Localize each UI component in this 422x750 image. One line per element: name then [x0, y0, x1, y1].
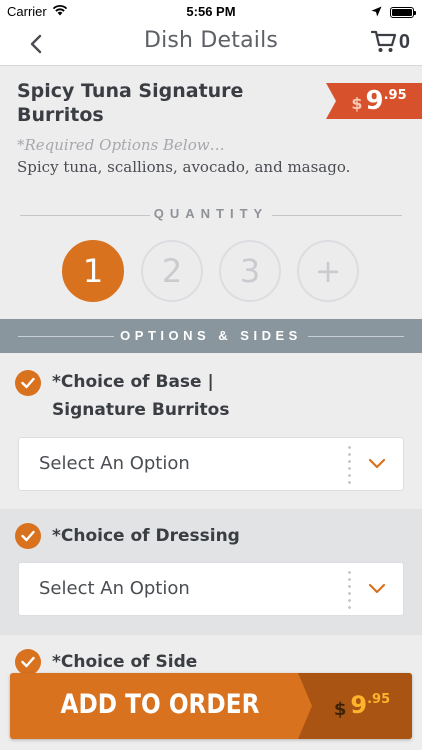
quantity-selector: 1 2 3 + — [0, 240, 422, 302]
order-price-cents: .95 — [367, 692, 391, 707]
divider-line — [308, 336, 404, 337]
page-title: Dish Details — [143, 28, 279, 53]
price-cents: .95 — [383, 88, 407, 103]
select-placeholder: Select An Option — [39, 453, 190, 474]
options-sides-header: OPTIONS & SIDES — [0, 319, 422, 353]
quantity-option-3[interactable]: 3 — [219, 240, 281, 302]
option-title-line: Signature Burritos — [52, 400, 230, 420]
option-title: *Choice of Base | Signature Burritos — [52, 368, 229, 424]
nav-bar: Dish Details 0 — [0, 22, 422, 66]
price-tag: $ 9 .95 — [326, 83, 422, 119]
quantity-header: QUANTITY — [20, 205, 402, 225]
cart-icon — [370, 30, 396, 52]
quantity-label: QUANTITY — [153, 206, 269, 221]
required-options-note: *Required Options Below… — [17, 136, 225, 154]
check-icon — [15, 649, 41, 675]
select-placeholder: Select An Option — [39, 578, 190, 599]
quantity-option-1[interactable]: 1 — [62, 240, 124, 302]
dish-name: Spicy Tuna Signature Burritos — [17, 80, 244, 126]
battery-icon — [390, 7, 416, 18]
option-group-dressing: *Choice of Dressing Select An Option — [0, 509, 422, 635]
option-title: *Choice of Side — [52, 652, 198, 672]
dish-description: Spicy tuna, scallions, avocado, and masa… — [17, 158, 351, 176]
chevron-down-icon — [368, 458, 386, 469]
quantity-more-button[interactable]: + — [297, 240, 359, 302]
location-arrow-icon — [371, 5, 382, 20]
order-price-currency: $ — [333, 699, 347, 720]
price-whole: 9 — [365, 86, 384, 116]
check-icon — [15, 523, 41, 549]
dressing-select[interactable]: Select An Option — [18, 562, 404, 616]
check-icon — [15, 370, 41, 396]
chevron-down-icon — [368, 583, 386, 594]
status-bar: Carrier 5:56 PM — [0, 0, 422, 22]
option-group-base: *Choice of Base | Signature Burritos Sel… — [0, 353, 422, 509]
price-currency: $ — [351, 94, 363, 113]
cart-count: 0 — [398, 30, 410, 53]
dotted-divider — [348, 444, 351, 484]
base-select[interactable]: Select An Option — [18, 437, 404, 491]
order-price-whole: 9 — [350, 691, 368, 719]
cart-button[interactable]: 0 — [370, 30, 410, 54]
divider-line — [272, 215, 402, 216]
status-time: 5:56 PM — [186, 4, 236, 19]
option-title-line: *Choice of Base | — [52, 372, 214, 392]
add-to-order-label: ADD TO ORDER — [60, 689, 260, 720]
order-total-price: $ 9 .95 — [298, 673, 412, 739]
dotted-divider — [348, 569, 351, 609]
add-to-order-button[interactable]: ADD TO ORDER $ 9 .95 — [10, 673, 412, 739]
dish-header: Spicy Tuna Signature Burritos $ 9 .95 *R… — [0, 67, 422, 185]
quantity-option-2[interactable]: 2 — [141, 240, 203, 302]
option-title: *Choice of Dressing — [52, 526, 240, 546]
